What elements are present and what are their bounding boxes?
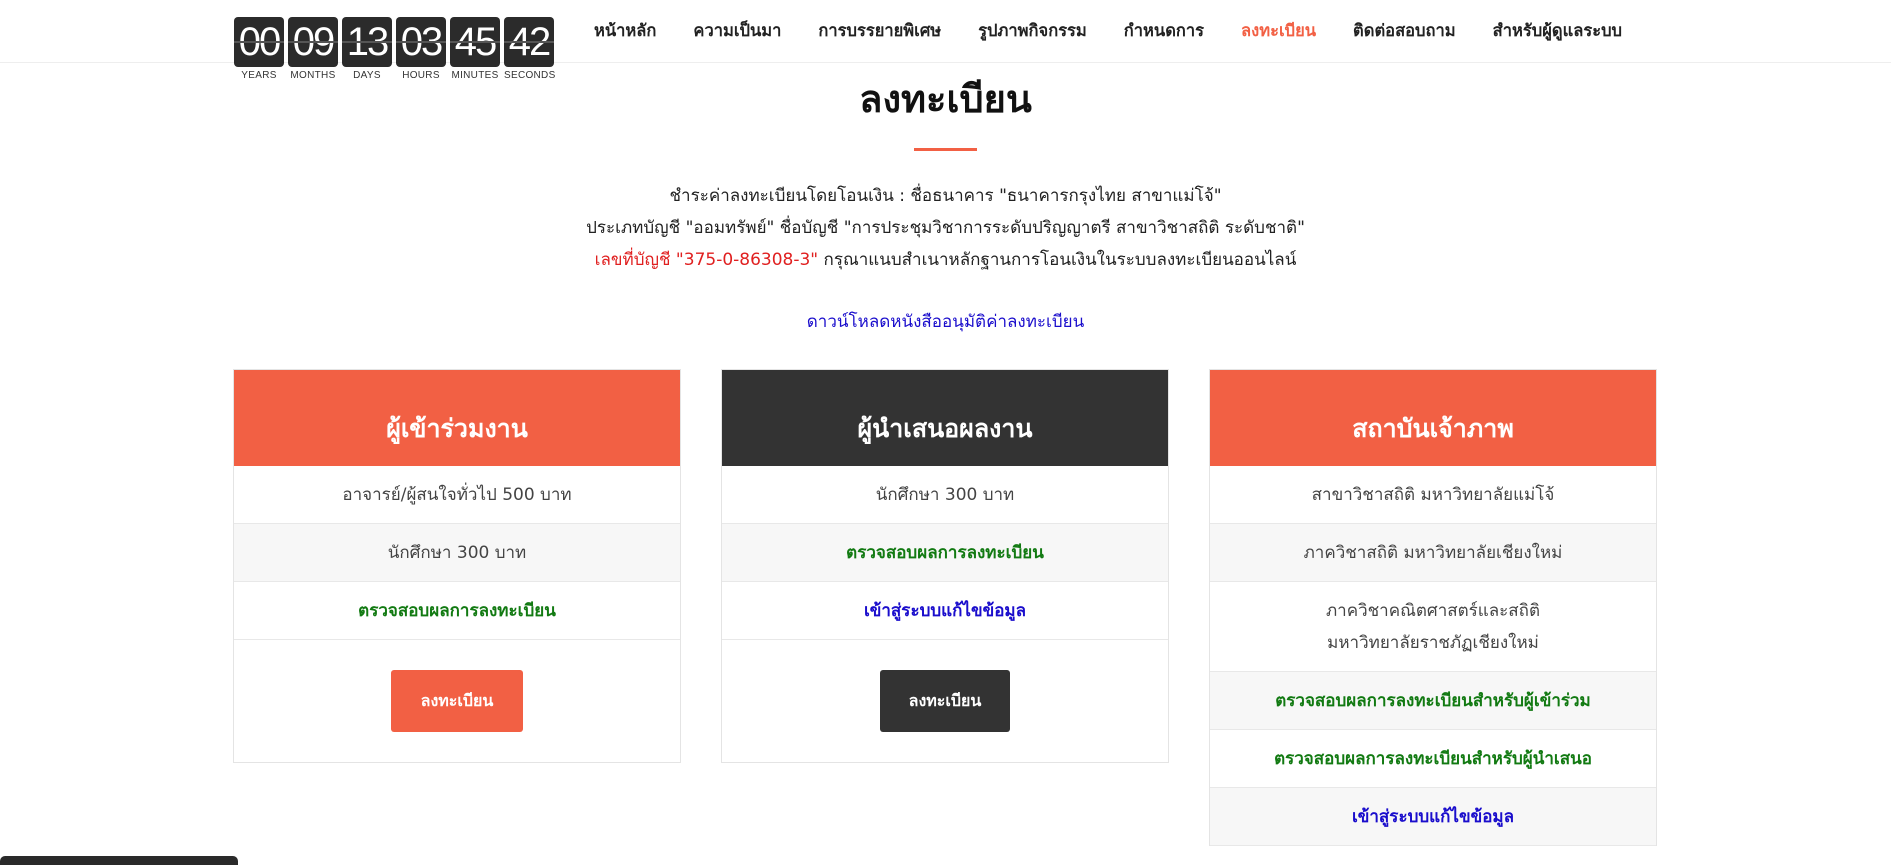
countdown-months-value: 09: [288, 17, 338, 67]
main-nav: หน้าหลัก ความเป็นมา การบรรยายพิเศษ รูปภา…: [594, 18, 1622, 44]
payment-info-account: ประเภทบัญชี "ออมทรัพย์" ชื่อบัญชี "การปร…: [586, 218, 1305, 238]
nav-item-home[interactable]: หน้าหลัก: [594, 18, 656, 44]
payment-info: ชำระค่าลงทะเบียนโดยโอนเงิน : ชื่อธนาคาร …: [0, 180, 1891, 276]
card-host-title: สถาบันเจ้าภาพ: [1210, 370, 1656, 466]
nav-item-admin[interactable]: สำหรับผู้ดูแลระบบ: [1493, 18, 1622, 44]
card-presenter: ผู้นำเสนอผลงาน นักศึกษา 300 บาท ตรวจสอบผ…: [721, 369, 1169, 763]
check-presenter-registration-link[interactable]: ตรวจสอบผลการลงทะเบียนสำหรับผู้นำเสนอ: [1210, 730, 1656, 788]
fee-student: นักศึกษา 300 บาท: [234, 524, 680, 582]
countdown-years-value: 00: [234, 17, 284, 67]
host-institution-3-univ: มหาวิทยาลัยราชภัฏเชียงใหม่: [1327, 633, 1539, 653]
countdown-seconds-value: 42: [504, 17, 554, 67]
nav-item-contact[interactable]: ติดต่อสอบถาม: [1353, 18, 1456, 44]
payment-instruction: กรุณาแนบสำเนาหลักฐานการโอนเงินในระบบลงทะ…: [818, 250, 1297, 270]
payment-info-number: เลขที่บัญชี "375-0-86308-3" กรุณาแนบสำเน…: [0, 244, 1891, 276]
register-participant-button[interactable]: ลงทะเบียน: [391, 670, 523, 732]
nav-item-gallery[interactable]: รูปภาพกิจกรรม: [978, 18, 1087, 44]
host-institution-3: ภาควิชาคณิตศาสตร์และสถิติ มหาวิทยาลัยราช…: [1210, 582, 1656, 672]
fee-student: นักศึกษา 300 บาท: [722, 466, 1168, 524]
download-approval-letter-link[interactable]: ดาวน์โหลดหนังสืออนุมัติค่าลงทะเบียน: [0, 308, 1891, 335]
card-presenter-title: ผู้นำเสนอผลงาน: [722, 370, 1168, 466]
button-area: ลงทะเบียน: [722, 640, 1168, 762]
card-participant: ผู้เข้าร่วมงาน อาจารย์/ผู้สนใจทั่วไป 500…: [233, 369, 681, 763]
title-underline: [914, 148, 977, 151]
account-number: เลขที่บัญชี "375-0-86308-3": [594, 250, 819, 270]
nav-item-background[interactable]: ความเป็นมา: [693, 18, 781, 44]
page-title: ลงทะเบียน: [859, 77, 1032, 121]
card-host: สถาบันเจ้าภาพ สาขาวิชาสถิติ มหาวิทยาลัยแ…: [1209, 369, 1657, 846]
button-area: ลงทะเบียน: [234, 640, 680, 762]
nav-item-registration[interactable]: ลงทะเบียน: [1241, 18, 1316, 44]
check-participant-registration-link[interactable]: ตรวจสอบผลการลงทะเบียนสำหรับผู้เข้าร่วม: [1210, 672, 1656, 730]
edit-info-login-link[interactable]: เข้าสู่ระบบแก้ไขข้อมูล: [1210, 788, 1656, 846]
bottom-dark-tab: [0, 856, 238, 865]
host-institution-2: ภาควิชาสถิติ มหาวิทยาลัยเชียงใหม่: [1210, 524, 1656, 582]
fee-general: อาจารย์/ผู้สนใจทั่วไป 500 บาท: [234, 466, 680, 524]
countdown-days-value: 13: [342, 17, 392, 67]
card-participant-title: ผู้เข้าร่วมงาน: [234, 370, 680, 466]
nav-item-schedule[interactable]: กำหนดการ: [1124, 18, 1204, 44]
nav-item-special-lecture[interactable]: การบรรยายพิเศษ: [818, 18, 941, 44]
host-institution-3-dept: ภาควิชาคณิตศาสตร์และสถิติ: [1325, 601, 1541, 621]
countdown-hours-value: 03: [396, 17, 446, 67]
countdown-minutes-value: 45: [450, 17, 500, 67]
top-navbar: 00 YEARS 09 MONTHS 13 DAYS 03 HOURS 45 M…: [0, 0, 1891, 81]
host-institution-1: สาขาวิชาสถิติ มหาวิทยาลัยแม่โจ้: [1210, 466, 1656, 524]
edit-info-login-link[interactable]: เข้าสู่ระบบแก้ไขข้อมูล: [722, 582, 1168, 640]
check-registration-link[interactable]: ตรวจสอบผลการลงทะเบียน: [234, 582, 680, 640]
register-presenter-button[interactable]: ลงทะเบียน: [880, 670, 1010, 732]
payment-info-bank: ชำระค่าลงทะเบียนโดยโอนเงิน : ชื่อธนาคาร …: [669, 186, 1222, 206]
check-registration-link[interactable]: ตรวจสอบผลการลงทะเบียน: [722, 524, 1168, 582]
